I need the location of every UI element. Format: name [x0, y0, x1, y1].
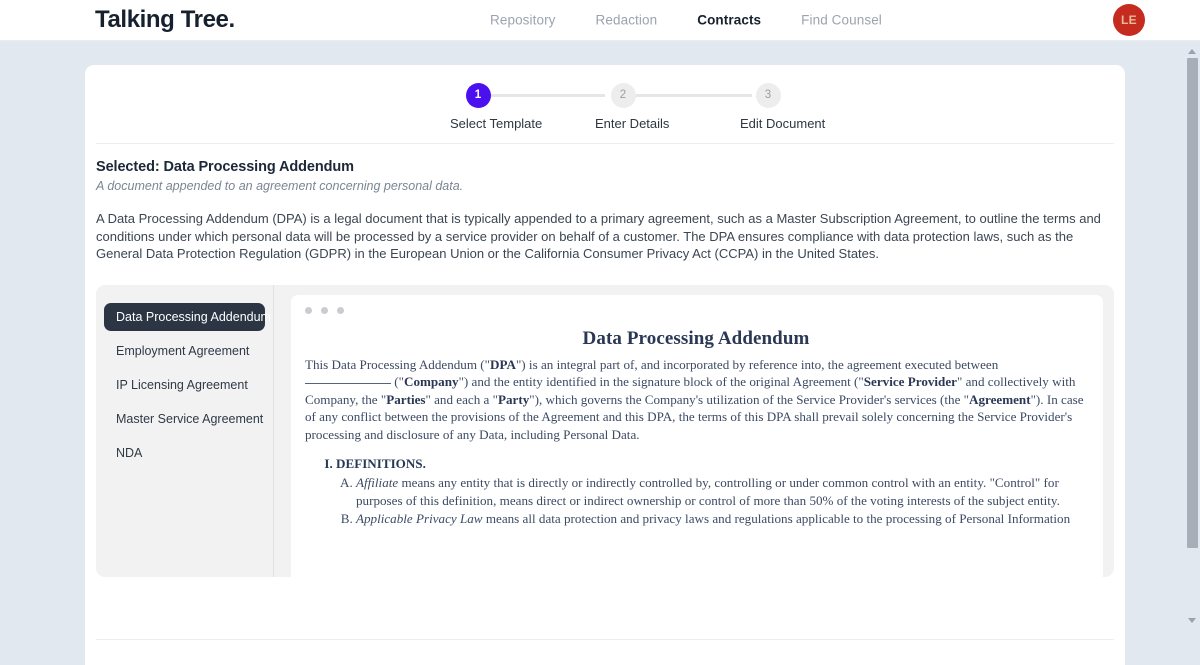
definition-term-applicable-privacy-law: Applicable Privacy Law: [356, 511, 483, 526]
doc-p1-seg1: This Data Processing Addendum (": [305, 357, 490, 372]
document-preview-wrapper: Data Processing Addendum This Data Proce…: [274, 285, 1114, 577]
wizard-stepper: 1 Select Template 2 Enter Details 3 Edit…: [96, 65, 1114, 143]
page-canvas: 1 Select Template 2 Enter Details 3 Edit…: [0, 41, 1200, 630]
document-section-list: DEFINITIONS. Affiliate means any entity …: [305, 455, 1087, 528]
step-2-bubble[interactable]: 2: [611, 83, 636, 108]
document-title: Data Processing Addendum: [305, 330, 1087, 347]
nav-item-contracts[interactable]: Contracts: [697, 13, 761, 28]
section-heading-definitions: DEFINITIONS.: [336, 456, 426, 471]
step-1-bubble[interactable]: 1: [466, 83, 491, 108]
template-item-master-service-agreement[interactable]: Master Service Agreement: [104, 405, 265, 433]
contracts-wizard-card: 1 Select Template 2 Enter Details 3 Edit…: [85, 65, 1125, 665]
doc-term-agreement: Agreement: [969, 392, 1031, 407]
main-navigation: Repository Redaction Contracts Find Coun…: [490, 13, 882, 28]
step-enter-details[interactable]: 2 Enter Details: [595, 83, 651, 131]
doc-term-dpa: DPA: [490, 357, 516, 372]
doc-term-party: Party: [498, 392, 529, 407]
definitions-list: Affiliate means any entity that is direc…: [336, 474, 1087, 527]
document-section-definitions: DEFINITIONS. Affiliate means any entity …: [336, 455, 1087, 528]
template-item-data-processing-addendum[interactable]: Data Processing Addendum: [104, 303, 265, 331]
definition-text-applicable-privacy-law: means all data protection and privacy la…: [483, 511, 1071, 526]
fill-in-blank[interactable]: [305, 383, 391, 384]
scrollbar-thumb[interactable]: [1187, 58, 1198, 548]
doc-p1-seg6: " and each a ": [426, 392, 498, 407]
window-dots: [305, 307, 1087, 314]
window-dot-icon-3: [337, 307, 344, 314]
scroll-up-arrow-icon[interactable]: [1184, 43, 1200, 59]
step-3-label: Edit Document: [740, 116, 796, 131]
selected-template-title: Selected: Data Processing Addendum: [96, 159, 1114, 175]
doc-term-parties: Parties: [386, 392, 425, 407]
template-item-nda[interactable]: NDA: [104, 439, 265, 467]
selected-template-subtitle: A document appended to an agreement conc…: [96, 179, 1114, 193]
step-3-bubble[interactable]: 3: [756, 83, 781, 108]
doc-term-service-provider: Service Provider: [864, 374, 957, 389]
avatar[interactable]: LE: [1113, 4, 1145, 36]
page-scrollbar[interactable]: [1184, 41, 1200, 630]
step-1-label: Select Template: [450, 116, 506, 131]
document-paragraph-1: This Data Processing Addendum ("DPA") is…: [305, 356, 1087, 443]
template-preview-panel: Data Processing Addendum Employment Agre…: [96, 285, 1114, 577]
document-preview[interactable]: Data Processing Addendum This Data Proce…: [291, 295, 1103, 577]
window-dot-icon-2: [321, 307, 328, 314]
scroll-down-arrow-icon[interactable]: [1184, 612, 1200, 628]
doc-p1-seg4: ") and the entity identified in the sign…: [459, 374, 864, 389]
step-2-label: Enter Details: [595, 116, 651, 131]
document-body: Data Processing Addendum This Data Proce…: [305, 330, 1087, 528]
template-list: Data Processing Addendum Employment Agre…: [96, 285, 274, 577]
step-edit-document[interactable]: 3 Edit Document: [740, 83, 796, 131]
doc-p1-seg2: ") is an integral part of, and incorpora…: [516, 357, 998, 372]
selection-summary: Selected: Data Processing Addendum A doc…: [96, 144, 1114, 263]
doc-p1-seg3: (": [391, 374, 404, 389]
card-bottom-divider: [96, 639, 1114, 640]
nav-item-repository[interactable]: Repository: [490, 13, 556, 28]
doc-p1-seg7: "), which governs the Company's utilizat…: [529, 392, 969, 407]
doc-term-company: Company: [404, 374, 459, 389]
template-item-employment-agreement[interactable]: Employment Agreement: [104, 337, 265, 365]
brand-logo[interactable]: Talking Tree.: [95, 6, 235, 34]
template-item-ip-licensing-agreement[interactable]: IP Licensing Agreement: [104, 371, 265, 399]
definition-text-affiliate: means any entity that is directly or ind…: [356, 475, 1060, 507]
window-dot-icon-1: [305, 307, 312, 314]
nav-item-find-counsel[interactable]: Find Counsel: [801, 13, 882, 28]
definition-applicable-privacy-law: Applicable Privacy Law means all data pr…: [356, 510, 1087, 527]
definition-term-affiliate: Affiliate: [356, 475, 398, 490]
step-select-template[interactable]: 1 Select Template: [450, 83, 506, 131]
definition-affiliate: Affiliate means any entity that is direc…: [356, 474, 1087, 509]
selected-template-description: A Data Processing Addendum (DPA) is a le…: [96, 210, 1108, 263]
top-navigation-bar: Talking Tree. Repository Redaction Contr…: [0, 0, 1200, 41]
nav-item-redaction[interactable]: Redaction: [596, 13, 658, 28]
